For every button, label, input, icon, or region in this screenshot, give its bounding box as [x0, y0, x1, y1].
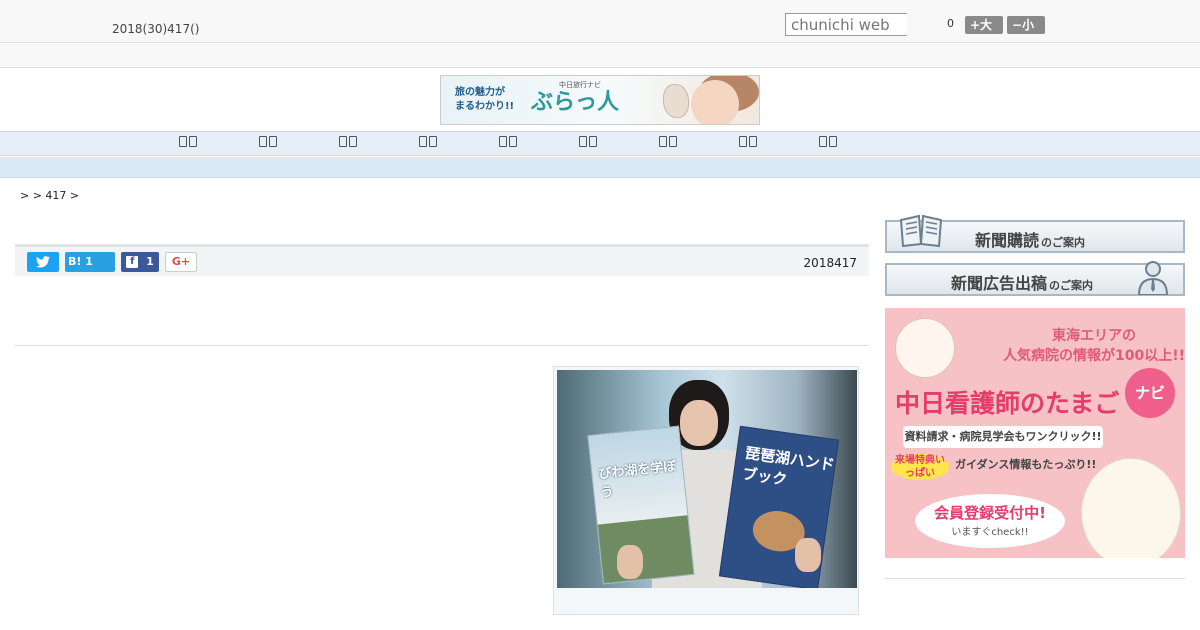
twitter-share-button[interactable] [27, 252, 59, 272]
sub-nav [0, 157, 1200, 178]
banner-tagline-1: 旅の魅力が [455, 87, 505, 98]
nav-item-6[interactable] [568, 136, 608, 152]
promo-headline: 東海エリアの 人気病院の情報が100以上!! [1003, 326, 1185, 366]
nav-item-4[interactable] [408, 136, 448, 152]
banner-tagline: 旅の魅力が まるわかり!! [455, 86, 514, 114]
ad-placement-suffix-text: のご案内 [1049, 279, 1094, 292]
businessman-icon [1137, 261, 1169, 295]
promo-sub2: ガイダンス情報もたっぷり!! [955, 458, 1097, 471]
hatena-bookmark-button[interactable]: B! 1 [65, 252, 115, 272]
top-bar: 2018(30)417() 0 +大 −小 [0, 0, 1200, 43]
subscribe-main-text: 新聞購読 [975, 231, 1040, 250]
article-photo-frame: びわ湖を学ぼう 琵琶湖ハンドブック [553, 366, 859, 615]
nav-item-8[interactable] [728, 136, 768, 152]
facebook-count: 1 [146, 255, 154, 268]
breadcrumb[interactable]: > > 417 > [20, 189, 79, 202]
nav-item-5[interactable] [488, 136, 528, 152]
right-hand [795, 538, 821, 572]
special-badge: 来場特典いっぱい [891, 454, 949, 480]
promo-title: 中日看護師のたまご [895, 389, 1120, 418]
nav-item-7[interactable] [648, 136, 688, 152]
banner-brand: ぶらっ人 [531, 90, 620, 115]
nav-item-9[interactable] [808, 136, 848, 152]
facebook-icon: f [126, 256, 139, 268]
date-text: 2018(30)417() [112, 22, 200, 36]
travel-banner-ad[interactable]: 旅の魅力が まるわかり!! 中日旅行ナビ ぶらっ人 [440, 75, 760, 125]
main-nav [0, 131, 1200, 156]
content-divider [15, 345, 869, 346]
promo-cta-main: 会員登録受付中! [934, 504, 1046, 522]
secondary-bar [0, 44, 1200, 68]
twitter-icon [36, 256, 50, 268]
subscribe-label: 新聞購読 のご案内 [975, 227, 1085, 251]
article-photo: びわ湖を学ぼう 琵琶湖ハンドブック [557, 370, 857, 588]
open-book-icon [899, 214, 943, 248]
font-smaller-button[interactable]: −小 [1007, 16, 1045, 34]
newspaper-ad-placement-button[interactable]: 新聞広告出稿 のご案内 [885, 261, 1185, 296]
egg-character [1081, 458, 1181, 558]
nurse-character [895, 318, 955, 378]
promo-cta: 会員登録受付中! いますぐcheck!! [915, 494, 1065, 548]
promo-cta-sub: いますぐcheck!! [951, 527, 1029, 538]
counter-text: 0 [947, 17, 954, 30]
nav-item-2[interactable] [248, 136, 288, 152]
ad-placement-main-text: 新聞広告出稿 [951, 274, 1048, 293]
banner-tagline-2: まるわかり!! [455, 101, 515, 112]
google-plus-button[interactable]: G+ [165, 252, 197, 272]
promo-sub1: 資料請求・病院見学会もワンクリック!! [903, 426, 1103, 448]
article-date: 2018417 [803, 256, 857, 270]
left-hand [617, 545, 643, 579]
share-bar: B! 1 f 1 G+ 2018417 [15, 244, 869, 276]
nav-item-3[interactable] [328, 136, 368, 152]
promo-headline-1: 東海エリアの [1052, 328, 1136, 344]
person-face [680, 400, 718, 446]
subscribe-suffix-text: のご案内 [1041, 236, 1086, 249]
promo-headline-2: 人気病院の情報が100以上!! [1003, 348, 1185, 364]
book-cover-land [597, 515, 694, 584]
ad-placement-label: 新聞広告出稿 のご案内 [951, 270, 1093, 294]
book-right-title: 琵琶湖ハンドブック [741, 443, 836, 489]
nav-item-1[interactable] [168, 136, 208, 152]
font-bigger-button[interactable]: +大 [965, 16, 1003, 34]
newspaper-subscription-button[interactable]: 新聞購読 のご案内 [885, 214, 1185, 253]
nurse-recruit-ad[interactable]: 東海エリアの 人気病院の情報が100以上!! 中日看護師のたまご ナビ 資料請求… [885, 308, 1185, 558]
woman-face [691, 80, 739, 124]
facebook-share-button[interactable]: f 1 [121, 252, 159, 272]
navi-badge: ナビ [1125, 368, 1175, 418]
sidebar-divider [885, 578, 1185, 579]
search-input[interactable] [785, 13, 907, 36]
shell-illustration [663, 84, 689, 118]
biwako-handbook-right: 琵琶湖ハンドブック [718, 425, 840, 588]
